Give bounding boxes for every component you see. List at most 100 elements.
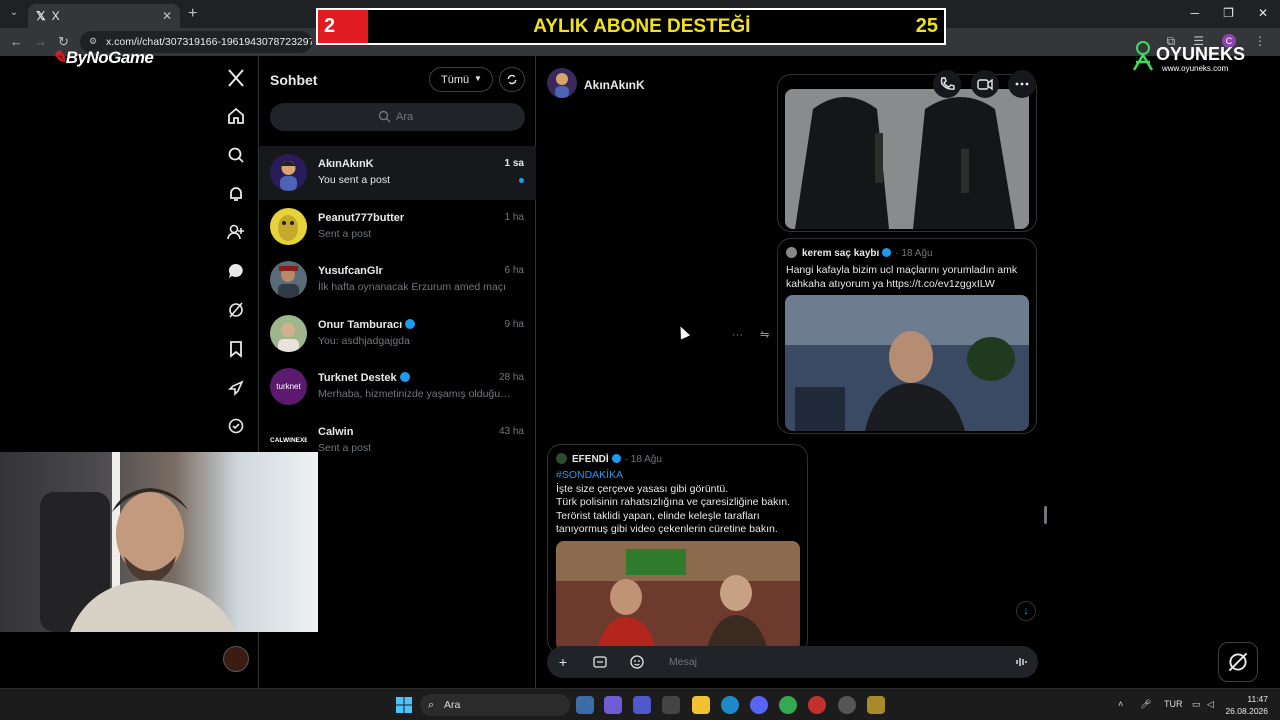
more-options-icon[interactable]: ··· bbox=[732, 329, 743, 341]
conversation-time: 43 ha bbox=[498, 426, 524, 437]
chat-header-name[interactable]: AkınAkınK bbox=[584, 78, 645, 92]
clock-time: 11:47 bbox=[1247, 694, 1268, 704]
taskbar-app-icon[interactable] bbox=[604, 696, 622, 714]
browser-tab[interactable]: 𝕏 X ✕ bbox=[28, 4, 180, 28]
back-icon[interactable]: ← bbox=[10, 34, 23, 49]
taskbar-app-icon[interactable] bbox=[576, 696, 594, 714]
video-thumbnail[interactable] bbox=[785, 89, 1029, 229]
taskbar-search[interactable]: ⌕ Ara bbox=[420, 694, 570, 716]
post-image[interactable] bbox=[785, 295, 1029, 431]
file-explorer-icon[interactable] bbox=[692, 696, 710, 714]
oyuneks-logo: OYUNEKS www.oyuneks.com bbox=[1130, 40, 1250, 76]
post-text-line: İşte size çerçeve yasası gibi görüntü. bbox=[556, 482, 729, 495]
store-icon[interactable] bbox=[662, 696, 680, 714]
post-text-line: Türk polisinin rahatsızlığına ve çaresiz… bbox=[556, 496, 791, 508]
reply-icon[interactable]: ⇋ bbox=[760, 329, 769, 341]
notifications-bell-icon[interactable] bbox=[226, 184, 246, 204]
site-info-icon[interactable]: ⚙ bbox=[89, 36, 97, 47]
conversation-name: Peanut777butter bbox=[318, 212, 405, 224]
conversation-name: Calwin bbox=[318, 426, 354, 438]
scroll-to-bottom-button[interactable]: ↓ bbox=[1016, 601, 1036, 621]
verified-badge-icon bbox=[611, 454, 621, 463]
chat-search-input[interactable]: Ara bbox=[270, 103, 525, 131]
video-call-icon[interactable] bbox=[971, 70, 999, 98]
grok-floating-button[interactable] bbox=[1218, 642, 1258, 682]
minimize-button[interactable]: ─ bbox=[1191, 6, 1200, 20]
chat-header-avatar[interactable] bbox=[547, 68, 577, 98]
chrome-icon[interactable] bbox=[779, 696, 797, 714]
account-avatar[interactable] bbox=[223, 646, 249, 672]
post-date: 18 Ağu bbox=[630, 454, 662, 465]
post-author: EFENDİ bbox=[572, 454, 609, 465]
tab-search-button[interactable]: ⌄ bbox=[6, 7, 22, 21]
chat-pane: AkınAkınK kerem saç kaybı · 18 Ağu Hangi … bbox=[536, 56, 1049, 688]
conversation-name: Onur Tamburacı bbox=[318, 319, 416, 331]
oyuneks-logo-url: www.oyuneks.com bbox=[1162, 64, 1229, 73]
forward-icon[interactable]: → bbox=[34, 34, 47, 49]
conversation-item[interactable]: Onur Tamburacı 9 ha You: asdhjadgajgda bbox=[259, 307, 536, 361]
discord-icon[interactable] bbox=[750, 696, 768, 714]
url-text: x.com/i/chat/307319166-19619430787232972… bbox=[106, 36, 312, 48]
post-text-line: kahkaha atıyorum ya https://t.co/ev1zggx… bbox=[786, 277, 995, 290]
chat-scrollbar[interactable] bbox=[1044, 506, 1047, 524]
conversation-item[interactable]: turknet Turknet Destek 28 ha Merhaba, hi… bbox=[259, 360, 536, 414]
banner-goal-count: 25 bbox=[915, 15, 938, 37]
chat-filter-label: Tümü bbox=[441, 74, 470, 86]
conversation-item[interactable]: YusufcanGlr 6 ha İlk hafta oynanacak Erz… bbox=[259, 253, 536, 307]
more-options-icon[interactable] bbox=[1008, 70, 1036, 98]
more-menu-icon[interactable]: ⋮ bbox=[1254, 34, 1266, 49]
add-attachment-icon[interactable]: + bbox=[555, 654, 571, 670]
shared-video-post[interactable] bbox=[777, 74, 1037, 232]
new-chat-button[interactable] bbox=[499, 67, 525, 92]
taskbar-app-icon[interactable] bbox=[838, 696, 856, 714]
shared-post[interactable]: EFENDİ · 18 Ağu #SONDAKİKA İşte size çerç… bbox=[547, 444, 808, 654]
taskbar-app-icon[interactable] bbox=[867, 696, 885, 714]
tray-overflow-icon[interactable]: ˄ bbox=[1118, 699, 1123, 709]
home-icon[interactable] bbox=[226, 106, 246, 126]
system-clock[interactable]: 11:47 26.08.2026 bbox=[1225, 693, 1268, 717]
shared-post[interactable]: kerem saç kaybı · 18 Ağu Hangi kafayla bi… bbox=[777, 238, 1037, 434]
conversation-time: 1 ha bbox=[504, 212, 524, 223]
post-text-line: Terörist taklidi yapan, elinde keleşle t… bbox=[556, 509, 760, 522]
clock-date: 26.08.2026 bbox=[1225, 706, 1268, 716]
edge-icon[interactable] bbox=[721, 696, 739, 714]
teams-icon[interactable] bbox=[633, 696, 651, 714]
message-input[interactable]: Mesaj bbox=[669, 656, 697, 668]
network-icon[interactable]: ▭ bbox=[1192, 699, 1201, 710]
message-composer: + Mesaj bbox=[547, 646, 1038, 678]
new-tab-button[interactable]: + bbox=[188, 5, 197, 23]
post-author: kerem saç kaybı bbox=[802, 248, 880, 259]
conversation-item[interactable]: AkınAkınK 1 sa You sent a post bbox=[259, 146, 536, 200]
language-indicator[interactable]: TUR bbox=[1164, 699, 1183, 709]
chat-bubble-icon[interactable] bbox=[226, 261, 246, 281]
grok-icon[interactable] bbox=[226, 300, 246, 320]
conversation-item[interactable]: Peanut777butter 1 ha Sent a post bbox=[259, 200, 536, 254]
verified-badge-icon[interactable] bbox=[226, 416, 246, 436]
conversation-time: 6 ha bbox=[504, 265, 524, 276]
search-icon[interactable] bbox=[226, 145, 246, 165]
chat-list-title: Sohbet bbox=[270, 72, 318, 88]
chat-filter-dropdown[interactable]: Tümü ▼ bbox=[429, 67, 493, 92]
microphone-icon[interactable]: 🎤︎ bbox=[1140, 699, 1151, 710]
bookmark-icon[interactable] bbox=[226, 339, 246, 359]
volume-icon[interactable]: ◁ bbox=[1207, 699, 1214, 710]
emoji-icon[interactable] bbox=[629, 654, 645, 670]
post-hashtag[interactable]: #SONDAKİKA bbox=[556, 469, 790, 483]
taskbar-app-icon[interactable] bbox=[808, 696, 826, 714]
gif-icon[interactable] bbox=[592, 654, 608, 670]
x-favicon-icon: 𝕏 bbox=[36, 9, 46, 23]
post-header: EFENDİ · 18 Ağu bbox=[556, 453, 662, 465]
follow-user-icon[interactable] bbox=[226, 222, 246, 242]
close-window-button[interactable]: ✕ bbox=[1258, 6, 1268, 20]
bynogame-logo-icon: ✎ bbox=[52, 48, 66, 67]
maximize-button[interactable]: ❐ bbox=[1223, 6, 1234, 20]
call-icon[interactable] bbox=[933, 70, 961, 98]
x-logo-icon[interactable] bbox=[226, 68, 246, 88]
post-image[interactable] bbox=[556, 541, 800, 651]
post-text: Hangi kafayla bizim ucl maçlarını yoruml… bbox=[786, 264, 1017, 291]
windows-start-icon[interactable] bbox=[396, 697, 412, 713]
rocket-icon[interactable] bbox=[226, 378, 246, 398]
verified-badge-icon bbox=[405, 319, 416, 329]
tab-close-icon[interactable]: ✕ bbox=[162, 9, 172, 23]
voice-message-icon[interactable] bbox=[1014, 654, 1030, 670]
